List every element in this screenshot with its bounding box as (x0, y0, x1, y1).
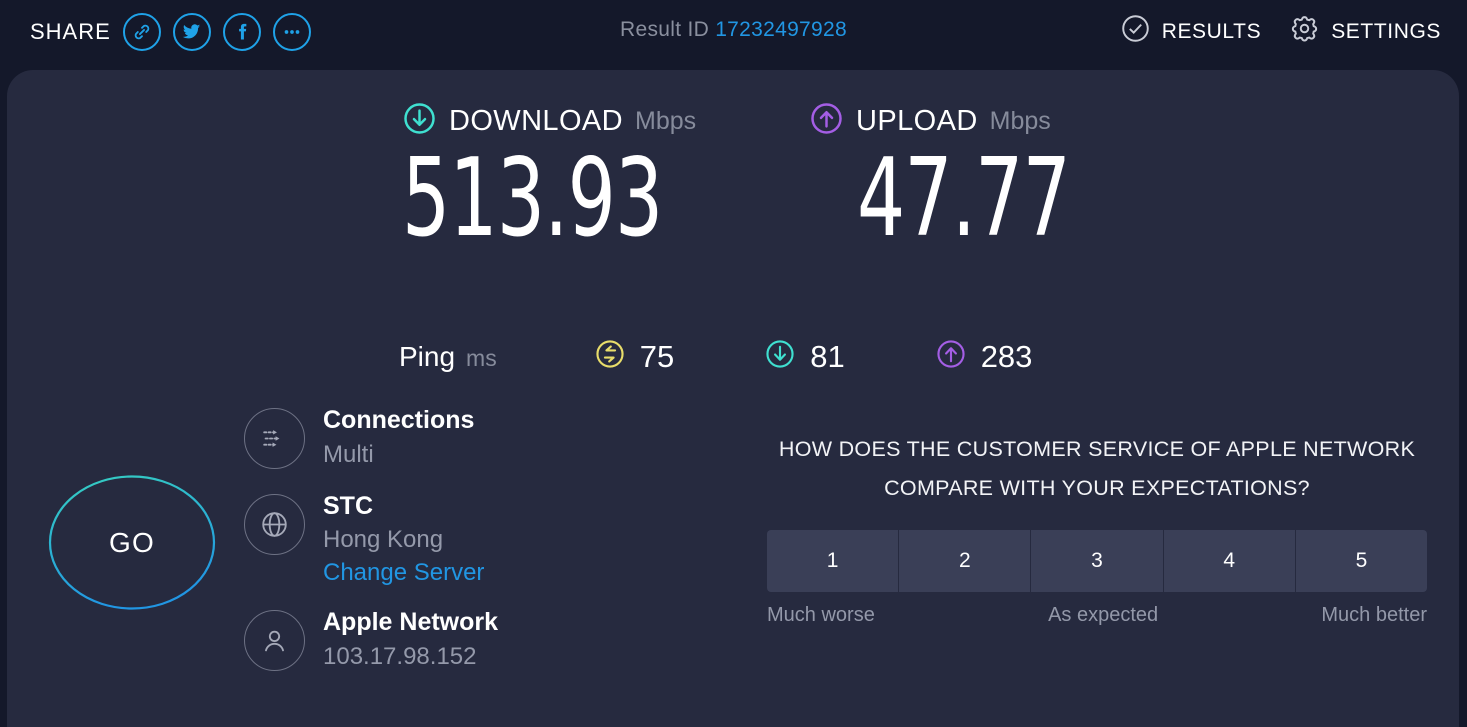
connections-value: Multi (323, 440, 374, 468)
download-result: DOWNLOAD Mbps 513.93 (402, 101, 736, 253)
result-id-label: Result ID (620, 18, 710, 41)
download-arrow-icon (764, 338, 796, 375)
survey-question: HOW DOES THE CUSTOMER SERVICE OF APPLE N… (778, 437, 1416, 500)
result-id-value[interactable]: 17232497928 (715, 18, 847, 41)
download-arrow-icon (402, 101, 437, 141)
ping-upload-metric: 283 (935, 338, 1033, 375)
info-row-server: STC Hong Kong Change Server (244, 492, 498, 588)
settings-label: SETTINGS (1331, 19, 1441, 43)
info-row-isp: Apple Network 103.17.98.152 (244, 608, 498, 672)
ping-label-group: Ping ms (399, 341, 497, 373)
upload-title: UPLOAD (856, 104, 978, 137)
gear-icon (1289, 13, 1320, 50)
ping-idle-value: 75 (639, 338, 675, 374)
server-location: Hong Kong (323, 526, 444, 554)
upload-arrow-icon (935, 338, 967, 375)
multi-connection-icon (244, 408, 305, 469)
upload-value: 47.77 (857, 136, 1071, 261)
ping-row: Ping ms 75 81 283 (399, 338, 1032, 375)
rating-option-3[interactable]: 3 (1031, 530, 1163, 593)
check-circle-icon (1120, 13, 1151, 50)
survey: HOW DOES THE CUSTOMER SERVICE OF APPLE N… (767, 430, 1428, 627)
top-right-nav: RESULTS SETTINGS (1120, 0, 1441, 63)
user-icon (244, 609, 305, 671)
ping-label: Ping (399, 340, 456, 372)
scale-label-mid: As expected (1048, 604, 1159, 627)
upload-result: UPLOAD Mbps 47.77 (809, 101, 1130, 253)
ping-upload-value: 283 (980, 338, 1033, 374)
upload-header: UPLOAD Mbps (809, 101, 1130, 141)
rating-option-1[interactable]: 1 (767, 530, 899, 593)
server-name: STC (323, 491, 373, 520)
upload-arrow-icon (809, 101, 844, 141)
ping-download-value: 81 (810, 338, 845, 374)
scale-label-high: Much better (1321, 604, 1427, 627)
change-server-link[interactable]: Change Server (323, 559, 484, 588)
rating-option-2[interactable]: 2 (899, 530, 1031, 593)
top-bar: SHARE Result ID 17232497928 RESULTS SETT… (0, 0, 1467, 63)
info-text-server: STC Hong Kong Change Server (323, 492, 484, 588)
survey-rating-group: 1 2 3 4 5 (767, 530, 1428, 593)
globe-icon (244, 493, 305, 555)
download-title: DOWNLOAD (449, 104, 623, 137)
ping-download-metric: 81 (764, 338, 845, 375)
settings-button[interactable]: SETTINGS (1289, 13, 1441, 50)
go-button-label: GO (109, 526, 155, 558)
jitter-icon (594, 338, 626, 375)
download-header: DOWNLOAD Mbps (402, 101, 736, 141)
ping-idle-metric: 75 (594, 338, 674, 375)
survey-scale-labels: Much worse As expected Much better (767, 604, 1427, 627)
results-button[interactable]: RESULTS (1120, 13, 1262, 50)
upload-unit: Mbps (989, 106, 1051, 135)
rating-option-4[interactable]: 4 (1163, 530, 1295, 593)
info-row-connections: Connections Multi (244, 406, 498, 470)
connection-info: Connections Multi STC Hong Kong Change S… (244, 406, 498, 685)
go-button[interactable]: GO (48, 474, 216, 611)
download-value: 513.93 (402, 136, 663, 261)
info-text-connections: Connections Multi (323, 406, 474, 470)
rating-option-5[interactable]: 5 (1295, 530, 1428, 593)
isp-name: Apple Network (323, 607, 499, 636)
info-text-isp: Apple Network 103.17.98.152 (323, 608, 498, 672)
isp-ip-address: 103.17.98.152 (323, 642, 477, 670)
ping-unit: ms (466, 344, 497, 371)
scale-label-low: Much worse (767, 604, 875, 627)
results-label: RESULTS (1161, 19, 1262, 43)
download-unit: Mbps (635, 106, 697, 135)
connections-title: Connections (323, 406, 475, 434)
results-panel: DOWNLOAD Mbps 513.93 UPLOAD Mbps 47.77 P (7, 70, 1459, 727)
